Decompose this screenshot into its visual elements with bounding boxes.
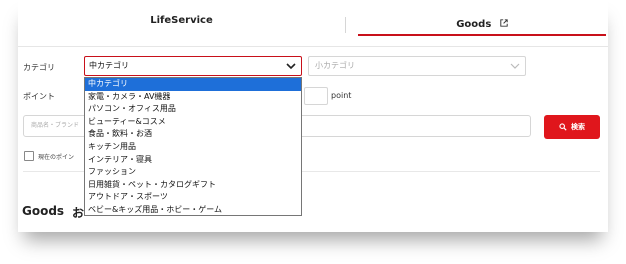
search-icon bbox=[559, 123, 567, 131]
tab-goods-label: Goods bbox=[456, 19, 492, 30]
dropdown-option[interactable]: 日用雑貨・ペット・カタログギフト bbox=[85, 179, 301, 192]
category-select-value: 中カテゴリ bbox=[89, 61, 129, 70]
dropdown-option[interactable]: インテリア・寝具 bbox=[85, 154, 301, 167]
external-link-icon bbox=[500, 19, 508, 27]
current-points-checkbox-label: 現在のポイン bbox=[38, 154, 75, 161]
chevron-down-icon bbox=[286, 63, 296, 70]
dropdown-option[interactable]: ベビー&キッズ用品・ホビー・ゲーム bbox=[85, 204, 301, 217]
search-panel: LifeService Goods カテゴリ 中カテゴリ 小カテゴリ ポイント … bbox=[18, 0, 608, 232]
tab-divider bbox=[345, 17, 346, 33]
goods-section-title: Goods bbox=[22, 204, 65, 218]
search-button[interactable]: 検索 bbox=[544, 115, 600, 139]
category-dropdown-list: 中カテゴリ 家電・カメラ・AV機器 パソコン・オフィス用品 ビューティー&コスメ… bbox=[84, 77, 302, 216]
dropdown-option[interactable]: ファッション bbox=[85, 166, 301, 179]
category-label: カテゴリ bbox=[23, 63, 55, 72]
point-label: ポイント bbox=[23, 92, 55, 101]
chevron-down-icon bbox=[510, 63, 520, 69]
dropdown-option[interactable]: 中カテゴリ bbox=[85, 78, 301, 91]
tabs-baseline bbox=[18, 46, 608, 47]
tab-lifeservice-label: LifeService bbox=[150, 15, 213, 26]
search-button-label: 検索 bbox=[571, 123, 585, 131]
goods-section-title-fragment: お bbox=[72, 206, 85, 220]
dropdown-option[interactable]: パソコン・オフィス用品 bbox=[85, 103, 301, 116]
dropdown-option[interactable]: アウトドア・スポーツ bbox=[85, 191, 301, 204]
current-points-checkbox[interactable] bbox=[24, 151, 34, 161]
category-select[interactable]: 中カテゴリ bbox=[84, 56, 302, 76]
tab-lifeservice[interactable]: LifeService bbox=[18, 0, 345, 38]
dropdown-option[interactable]: 食品・飲料・お酒 bbox=[85, 128, 301, 141]
subcategory-select[interactable]: 小カテゴリ bbox=[308, 56, 526, 76]
dropdown-option[interactable]: キッチン用品 bbox=[85, 141, 301, 154]
point-max-input[interactable] bbox=[304, 87, 328, 105]
dropdown-option[interactable]: ビューティー&コスメ bbox=[85, 116, 301, 129]
search-placeholder: 商品名・ブランド bbox=[31, 122, 80, 129]
tab-goods[interactable]: Goods bbox=[358, 0, 606, 36]
subcategory-select-value: 小カテゴリ bbox=[315, 61, 355, 70]
point-unit: point bbox=[331, 91, 352, 100]
dropdown-option[interactable]: 家電・カメラ・AV機器 bbox=[85, 91, 301, 104]
